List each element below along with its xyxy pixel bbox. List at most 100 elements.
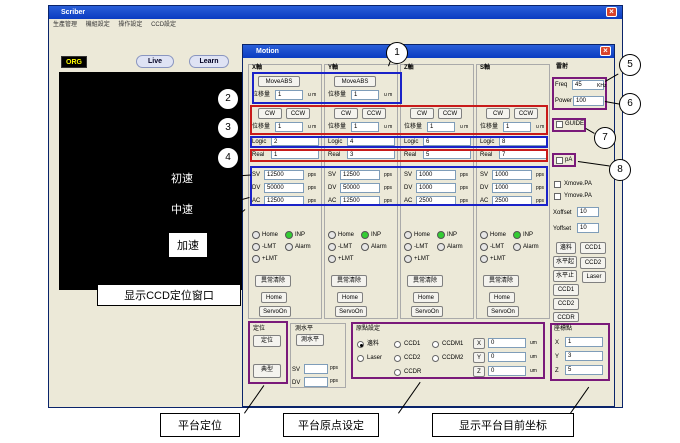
origin-option-1: CCD1 — [404, 341, 421, 347]
servo-button-1[interactable]: ServoOn — [335, 306, 367, 317]
origin-radio-2[interactable] — [432, 341, 439, 348]
plmt-led-3 — [480, 255, 488, 263]
origin-option-6: CCDR — [404, 369, 422, 375]
mlmt-status-0: -LMT — [262, 244, 276, 250]
origin-z-button[interactable]: Z — [473, 366, 485, 377]
typical-button[interactable]: 典型 — [253, 364, 281, 378]
home-button-0[interactable]: Home — [261, 292, 287, 303]
home-button-1[interactable]: Home — [337, 292, 363, 303]
menu-machine[interactable]: 機組設定 — [86, 22, 110, 28]
annot-platform-origin: 平台原点设定 — [283, 413, 379, 437]
origin-radio-6[interactable] — [394, 369, 401, 376]
clear-button-2[interactable]: 異常清除 — [407, 275, 443, 287]
level-dv-input[interactable] — [304, 377, 328, 387]
inp-led-2 — [437, 231, 445, 239]
plmt-led-1 — [328, 255, 336, 263]
org-indicator: ORG — [61, 56, 87, 68]
ymove-checkbox[interactable] — [554, 193, 561, 200]
origin-radio-3[interactable] — [357, 355, 364, 362]
level-title: 測水平 — [295, 326, 314, 332]
close-icon[interactable]: × — [606, 7, 617, 17]
annot-accel: 加速 — [168, 232, 208, 258]
xoffset-input[interactable]: 10 — [577, 207, 599, 217]
axis-label-2: Z軸 — [404, 65, 414, 71]
mlmt-status-3: -LMT — [490, 244, 504, 250]
main-title-bar: Scriber × — [49, 6, 622, 19]
annot-circle-5: 5 — [619, 54, 641, 76]
home-button-3[interactable]: Home — [489, 292, 515, 303]
servo-button-0[interactable]: ServoOn — [259, 306, 291, 317]
origin-y-button[interactable]: Y — [473, 352, 485, 363]
live-button[interactable]: Live — [136, 55, 174, 68]
side-btn-6[interactable]: Laser — [582, 271, 606, 283]
side-btn-7[interactable]: CCD1 — [553, 284, 579, 296]
annot-mid-speed: 中速 — [163, 200, 201, 220]
alarm-led-2 — [437, 243, 445, 251]
servo-button-3[interactable]: ServoOn — [487, 306, 519, 317]
menu-ccd[interactable]: CCD設定 — [151, 22, 176, 28]
menu-operation[interactable]: 操作設定 — [118, 22, 142, 28]
inp-status-3: INP — [523, 232, 534, 238]
position-button[interactable]: 定位 — [253, 335, 281, 347]
power-input[interactable]: 100 — [573, 96, 604, 106]
side-btn-2[interactable]: CCD1 — [580, 242, 606, 254]
origin-radio-5[interactable] — [432, 355, 439, 362]
guide-checkbox[interactable] — [556, 121, 563, 128]
annot-ccd-window: 显示CCD定位窗口 — [97, 284, 241, 306]
origin-radio-4[interactable] — [394, 355, 401, 362]
origin-option-5: CCDM2 — [442, 355, 464, 361]
origin-x-button[interactable]: X — [473, 338, 485, 349]
yoffset-label: Yoffset — [553, 226, 572, 232]
close-icon[interactable]: × — [600, 46, 611, 56]
level-sv-input[interactable] — [304, 364, 328, 374]
coord-z-label: Z — [555, 368, 559, 374]
pa-checkbox[interactable] — [556, 157, 563, 164]
side-btn-8[interactable]: CCD2 — [553, 298, 579, 310]
origin-z-input[interactable]: 0 — [488, 366, 526, 376]
alarm-status-1: Alarm — [371, 244, 387, 250]
inp-status-2: INP — [447, 232, 458, 238]
coord-y-label: Y — [555, 354, 560, 360]
side-btn-9[interactable]: CCDR — [553, 312, 579, 322]
position-title: 定位 — [253, 326, 266, 332]
clear-button-0[interactable]: 異常清除 — [255, 275, 291, 287]
menu-production[interactable]: 生產管理 — [53, 22, 77, 28]
home-status-2: Home — [414, 232, 431, 238]
clear-button-3[interactable]: 異常清除 — [483, 275, 519, 287]
clear-button-1[interactable]: 異常清除 — [331, 275, 367, 287]
pa-label: pA — [565, 157, 573, 163]
origin-radio-0[interactable] — [357, 341, 364, 348]
annot-box-moveabs — [252, 72, 402, 104]
laser-title: 雷射 — [556, 64, 569, 70]
servo-button-2[interactable]: ServoOn — [411, 306, 443, 317]
home-button-2[interactable]: Home — [413, 292, 439, 303]
freq-label: Freq — [555, 82, 568, 88]
side-btn-1[interactable]: 邊料 — [556, 242, 576, 254]
annot-platform-pos: 平台定位 — [160, 413, 240, 437]
level-button[interactable]: 測水平 — [296, 334, 324, 346]
plmt-led-0 — [252, 255, 260, 263]
origin-z-unit: um — [530, 368, 537, 374]
mlmt-status-1: -LMT — [338, 244, 352, 250]
annot-box-jog — [250, 105, 548, 135]
side-btn-5[interactable]: 水平止 — [553, 270, 577, 282]
yoffset-input[interactable]: 10 — [577, 223, 599, 233]
origin-y-input[interactable]: 0 — [488, 352, 526, 362]
level-dv-label: DV — [292, 380, 301, 386]
axis-label-3: S軸 — [480, 65, 491, 71]
home-led-3 — [480, 231, 488, 239]
mlmt-led-1 — [328, 243, 336, 251]
side-btn-3[interactable]: 水平起 — [553, 256, 577, 268]
xmove-checkbox[interactable] — [554, 181, 561, 188]
origin-radio-1[interactable] — [394, 341, 401, 348]
origin-x-input[interactable]: 0 — [488, 338, 526, 348]
xmove-label: Xmove.PA — [564, 181, 592, 187]
side-btn-4[interactable]: CCD2 — [580, 257, 606, 269]
origin-option-0: 邊料 — [367, 341, 380, 347]
coords-title: 座標點 — [554, 326, 573, 332]
origin-title: 原點設定 — [356, 326, 381, 332]
annot-circle-8: 8 — [609, 159, 631, 181]
ccd-view[interactable] — [59, 72, 243, 290]
learn-button[interactable]: Learn — [189, 55, 229, 68]
coord-y-value: 3 — [565, 351, 603, 361]
